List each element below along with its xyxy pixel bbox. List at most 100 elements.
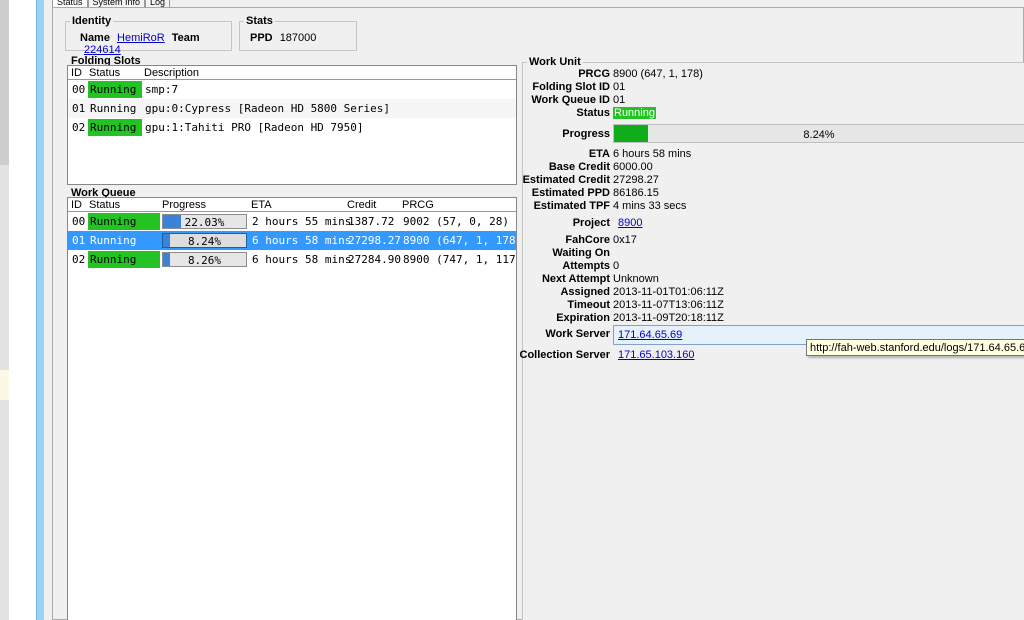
wu-timeout-row: Timeout 2013-11-07T13:06:11Z bbox=[523, 299, 1023, 312]
queue-status-badge: Running bbox=[88, 213, 160, 230]
work-unit-title: Work Unit bbox=[527, 56, 583, 68]
ppd-value: 187000 bbox=[279, 32, 317, 44]
wu-est-ppd-value: 86186.15 bbox=[613, 187, 659, 199]
slot-description: gpu:1:Tahiti PRO [Radeon HD 7950] bbox=[145, 121, 364, 134]
ppd-label: PPD bbox=[250, 32, 273, 44]
queue-status-badge: Running bbox=[88, 251, 160, 268]
work-queue-list[interactable]: ID Status Progress ETA Credit PRCG 00 Ru… bbox=[67, 197, 517, 620]
queue-eta: 2 hours 55 mins bbox=[252, 215, 352, 228]
wu-status-row: Status Running bbox=[523, 107, 1023, 120]
name-link[interactable]: HemiRoR bbox=[117, 32, 165, 44]
queue-row-02[interactable]: 02 Running 8.26% 6 hours 58 mins 27284.9… bbox=[68, 250, 516, 269]
slot-description: smp:7 bbox=[145, 83, 179, 96]
col-prcg[interactable]: PRCG bbox=[402, 199, 434, 211]
slot-status-badge: Running bbox=[88, 81, 142, 98]
queue-eta: 6 hours 58 mins bbox=[252, 253, 352, 266]
wu-eta-row: ETA 6 hours 58 mins bbox=[523, 148, 1023, 161]
background-scrollbar[interactable] bbox=[0, 0, 9, 620]
wu-timeout-value: 2013-11-07T13:06:11Z bbox=[613, 299, 724, 311]
wu-queue-label: Work Queue ID bbox=[531, 94, 610, 106]
work-queue-header: ID Status Progress ETA Credit PRCG bbox=[68, 198, 516, 212]
queue-id: 00 bbox=[72, 215, 86, 228]
wu-est-tpf-label: Estimated TPF bbox=[533, 200, 610, 212]
slot-id: 01 bbox=[72, 102, 86, 115]
wu-prcg-row: PRCG 8900 (647, 1, 178) bbox=[523, 68, 1023, 81]
stats-group: Stats PPD 187000 bbox=[239, 15, 357, 51]
queue-status: Running bbox=[90, 234, 137, 247]
slot-description: gpu:0:Cypress [Radeon HD 5800 Series] bbox=[145, 102, 391, 115]
background-highlight bbox=[0, 370, 9, 400]
work-queue-group: Work Queue ID Status Progress ETA Credit… bbox=[65, 187, 518, 620]
queue-progress-bar: 8.24% bbox=[162, 233, 247, 248]
team-label: Team bbox=[171, 32, 200, 44]
slot-row-02[interactable]: 02 Running gpu:1:Tahiti PRO [Radeon HD 7… bbox=[68, 118, 516, 137]
queue-prcg: 9002 (57, 0, 28) bbox=[403, 215, 509, 228]
wu-est-credit-row: Estimated Credit 27298.27 bbox=[523, 174, 1023, 187]
queue-credit: 27298.27 bbox=[348, 234, 401, 247]
wu-next-attempt-value: Unknown bbox=[613, 273, 659, 285]
slot-row-00[interactable]: 00 Running smp:7 bbox=[68, 80, 516, 99]
wu-est-ppd-label: Estimated PPD bbox=[531, 187, 610, 199]
folding-slots-header: ID Status Description bbox=[68, 66, 516, 80]
wu-collection-server-label: Collection Server bbox=[519, 349, 610, 361]
queue-row-01[interactable]: 01 Running 8.24% 6 hours 58 mins 27298.2… bbox=[68, 231, 516, 250]
col-id[interactable]: ID bbox=[71, 67, 82, 79]
wu-project-label: Project bbox=[572, 217, 610, 229]
queue-progress-text: 8.26% bbox=[187, 254, 222, 267]
wu-timeout-label: Timeout bbox=[567, 299, 610, 311]
wu-waiting-label: Waiting On bbox=[552, 247, 610, 259]
col-status[interactable]: Status bbox=[89, 67, 120, 79]
wu-queue-value: 01 bbox=[613, 94, 626, 106]
wu-est-tpf-value: 4 mins 33 secs bbox=[613, 200, 687, 212]
wu-assigned-value: 2013-11-01T01:06:11Z bbox=[613, 286, 724, 298]
wu-attempts-value: 0 bbox=[613, 260, 620, 272]
wu-attempts-row: Attempts 0 bbox=[523, 260, 1023, 273]
wu-progress-row: Progress 8.24% bbox=[523, 124, 1024, 143]
wu-work-server-label: Work Server bbox=[545, 328, 610, 340]
queue-eta: 6 hours 58 mins bbox=[252, 234, 352, 247]
queue-credit: 1387.72 bbox=[348, 215, 395, 228]
col-description[interactable]: Description bbox=[144, 67, 199, 79]
col-eta[interactable]: ETA bbox=[251, 199, 272, 211]
wu-collection-server-link[interactable]: 171.65.103.160 bbox=[618, 349, 694, 361]
col-progress[interactable]: Progress bbox=[162, 199, 206, 211]
queue-row-00[interactable]: 00 Running 22.03% 2 hours 55 mins 1387.7… bbox=[68, 212, 516, 231]
link-tooltip: http://fah-web.stanford.edu/logs/171.64.… bbox=[806, 339, 1024, 356]
queue-progress-text: 22.03% bbox=[184, 216, 225, 229]
col-credit[interactable]: Credit bbox=[347, 199, 376, 211]
col-id[interactable]: ID bbox=[71, 199, 82, 211]
wu-est-ppd-row: Estimated PPD 86186.15 bbox=[523, 187, 1023, 200]
col-status[interactable]: Status bbox=[89, 199, 120, 211]
name-label: Name bbox=[80, 32, 110, 44]
identity-title: Identity bbox=[70, 15, 114, 27]
wu-slot-row: Folding Slot ID 01 bbox=[523, 81, 1023, 94]
slot-status-badge: Running bbox=[88, 119, 142, 136]
folding-slots-list[interactable]: ID Status Description 00 Running smp:7 0… bbox=[67, 65, 517, 185]
status-panel: Identity Name HemiRoR Team 224614 Stats … bbox=[52, 7, 1024, 620]
wu-fahcore-value: 0x17 bbox=[613, 234, 637, 246]
wu-slot-value: 01 bbox=[613, 81, 626, 93]
wu-attempts-label: Attempts bbox=[562, 260, 610, 272]
wu-est-credit-value: 27298.27 bbox=[613, 174, 659, 186]
wu-status-badge: Running bbox=[613, 107, 656, 119]
wu-base-credit-label: Base Credit bbox=[548, 161, 610, 173]
wu-project-link[interactable]: 8900 bbox=[618, 217, 642, 229]
wu-next-attempt-label: Next Attempt bbox=[541, 273, 610, 285]
wu-base-credit-value: 6000.00 bbox=[613, 161, 653, 173]
wu-work-server-link[interactable]: 171.64.65.69 bbox=[618, 329, 682, 341]
slot-status: Running bbox=[90, 102, 137, 115]
slot-row-01[interactable]: 01 Running gpu:0:Cypress [Radeon HD 5800… bbox=[68, 99, 516, 118]
queue-prcg: 8900 (647, 1, 178) bbox=[403, 234, 517, 247]
wu-next-attempt-row: Next Attempt Unknown bbox=[523, 273, 1023, 286]
wu-prcg-value: 8900 (647, 1, 178) bbox=[613, 68, 703, 80]
wu-slot-label: Folding Slot ID bbox=[532, 81, 610, 93]
wu-queue-row: Work Queue ID 01 bbox=[523, 94, 1023, 107]
identity-group: Identity Name HemiRoR Team 224614 bbox=[65, 15, 232, 56]
wu-base-credit-row: Base Credit 6000.00 bbox=[523, 161, 1023, 174]
wu-eta-value: 6 hours 58 mins bbox=[613, 148, 692, 160]
wu-assigned-row: Assigned 2013-11-01T01:06:11Z bbox=[523, 286, 1023, 299]
wu-progress-text: 8.24% bbox=[803, 129, 835, 141]
scrollbar-thumb[interactable] bbox=[0, 0, 9, 165]
wu-expiration-row: Expiration 2013-11-09T20:18:11Z bbox=[523, 312, 1023, 325]
wu-waiting-row: Waiting On bbox=[523, 247, 1023, 260]
